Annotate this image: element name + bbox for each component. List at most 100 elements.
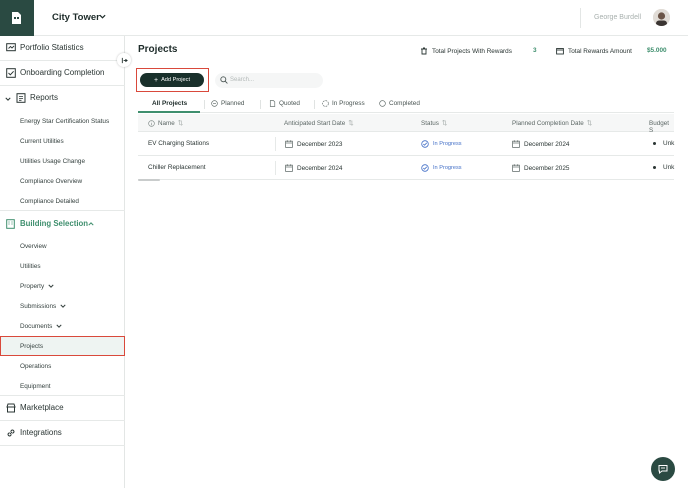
sort-icon: ⇅: [441, 120, 448, 127]
chevron-down-icon[interactable]: [99, 13, 106, 20]
tab-label: Planned: [221, 100, 245, 107]
nav-compliance-detailed[interactable]: Compliance Detailed: [20, 198, 79, 205]
add-project-button[interactable]: + Add Project: [140, 73, 204, 87]
building-selection-group: Building Selection Overview Utilities Pr…: [0, 211, 125, 396]
tab-all-projects[interactable]: All Projects: [152, 100, 187, 107]
user-name[interactable]: George Burdell: [594, 14, 641, 21]
trash-icon: [421, 47, 427, 55]
column-completion-date[interactable]: Planned Completion Date ⇅: [512, 120, 592, 127]
nav-label: Projects: [20, 343, 44, 350]
divider: [260, 100, 261, 109]
nav-compliance-overview[interactable]: Compliance Overview: [20, 178, 82, 185]
stat-label: Total Projects With Rewards: [432, 47, 512, 55]
add-project-highlight: + Add Project: [136, 68, 209, 92]
nav-equipment[interactable]: Equipment: [20, 383, 51, 390]
total-rewards-stat: Total Rewards Amount: [556, 47, 632, 55]
tab-in-progress[interactable]: In Progress: [322, 100, 365, 107]
sort-icon: ⇅: [348, 120, 354, 127]
nav-label: Marketplace: [20, 403, 64, 412]
add-project-label: Add Project: [161, 77, 190, 83]
cell-name: Chiller Replacement: [148, 164, 206, 171]
nav-portfolio-statistics[interactable]: Portfolio Statistics: [0, 36, 125, 61]
bullet-icon: [653, 166, 656, 169]
nav-utilities-usage-change[interactable]: Utilities Usage Change: [20, 158, 85, 165]
calendar-icon: [285, 140, 293, 148]
project-name[interactable]: EV Charging Stations: [148, 140, 209, 147]
nav-current-utilities[interactable]: Current Utilities: [20, 138, 64, 145]
search-input[interactable]: Search...: [215, 73, 323, 88]
chevron-up-icon: [88, 222, 94, 226]
nav-label: Reports: [30, 93, 59, 102]
nav-documents[interactable]: Documents: [20, 323, 62, 330]
cell-status: In Progress: [421, 164, 462, 172]
cell-start-date: December 2024: [285, 164, 342, 172]
collapse-arrow-icon: [121, 57, 128, 63]
nav-label: Documents: [20, 323, 53, 330]
column-label: Planned Completion Date: [512, 120, 584, 127]
app-logo[interactable]: [0, 0, 34, 36]
document-icon: [269, 100, 276, 107]
cell-budget: Unk: [653, 164, 674, 171]
calendar-icon: [285, 164, 293, 172]
nav-energy-star[interactable]: Energy Star Certification Status: [20, 118, 109, 125]
reports-group: Reports Energy Star Certification Status…: [0, 86, 125, 211]
tab-label: All Projects: [152, 100, 188, 107]
cell-status: In Progress: [421, 140, 462, 148]
chevron-down-icon: [5, 97, 11, 101]
avatar[interactable]: [653, 9, 670, 26]
column-start-date[interactable]: Anticipated Start Date ⇅: [284, 120, 354, 127]
chevron-down-icon: [60, 304, 66, 309]
status-link[interactable]: In Progress: [433, 141, 462, 147]
wallet-icon: [556, 48, 564, 55]
collapse-sidebar-button[interactable]: [117, 53, 131, 67]
table-row[interactable]: Chiller Replacement December 2024 In Pro…: [138, 156, 674, 180]
divider: [580, 8, 581, 28]
logo-icon: [12, 12, 21, 24]
tab-planned[interactable]: Planned: [211, 100, 244, 107]
search-icon: [220, 76, 228, 84]
divider: [275, 137, 276, 151]
nav-onboarding-completion[interactable]: Onboarding Completion: [0, 61, 125, 86]
nav-integrations[interactable]: Integrations: [0, 421, 125, 446]
nav-marketplace[interactable]: Marketplace: [0, 396, 125, 421]
nav-projects[interactable]: Projects: [0, 336, 125, 356]
column-name[interactable]: Name ⇅: [148, 120, 183, 127]
total-projects-value: 3: [533, 47, 537, 54]
checkbox-icon: [6, 68, 16, 78]
nav-building-selection[interactable]: Building Selection: [0, 211, 125, 236]
cell-name: EV Charging Stations: [148, 140, 209, 147]
search-placeholder: Search...: [230, 77, 255, 83]
status-link[interactable]: In Progress: [433, 165, 462, 171]
check-circle-icon: [379, 100, 386, 107]
horizontal-scrollbar[interactable]: [138, 179, 160, 181]
store-icon: [6, 403, 16, 413]
minus-circle-icon: [211, 100, 218, 107]
stat-label: Total Rewards Amount: [568, 47, 632, 55]
tab-quoted[interactable]: Quoted: [269, 100, 300, 107]
nav-label: Onboarding Completion: [20, 68, 105, 77]
page-title: Projects: [138, 44, 178, 55]
nav-overview[interactable]: Overview: [20, 243, 47, 250]
column-status[interactable]: Status ⇅: [421, 120, 447, 127]
nav-operations[interactable]: Operations: [20, 363, 51, 370]
budget-value: Unk: [663, 140, 675, 147]
sort-icon: ⇅: [586, 120, 593, 127]
building-selector[interactable]: City Tower: [52, 12, 100, 23]
nav-utilities[interactable]: Utilities: [20, 263, 41, 270]
nav-submissions[interactable]: Submissions: [20, 303, 66, 310]
top-bar: City Tower George Burdell: [0, 0, 688, 36]
progress-icon: [421, 164, 429, 172]
calendar-icon: [512, 164, 520, 172]
nav-reports[interactable]: Reports: [0, 86, 125, 111]
nav-property[interactable]: Property: [20, 283, 54, 290]
chat-button[interactable]: [651, 457, 675, 481]
chart-board-icon: [6, 43, 16, 52]
projects-table: Name ⇅ Anticipated Start Date ⇅ Status ⇅…: [138, 114, 674, 180]
tab-completed[interactable]: Completed: [379, 100, 420, 107]
bullet-icon: [653, 142, 656, 145]
project-name[interactable]: Chiller Replacement: [148, 164, 206, 171]
column-label: Status: [421, 120, 439, 127]
cell-completion-date: December 2024: [512, 140, 569, 148]
table-row[interactable]: EV Charging Stations December 2023 In Pr…: [138, 132, 674, 156]
column-label: Anticipated Start Date: [284, 120, 346, 127]
